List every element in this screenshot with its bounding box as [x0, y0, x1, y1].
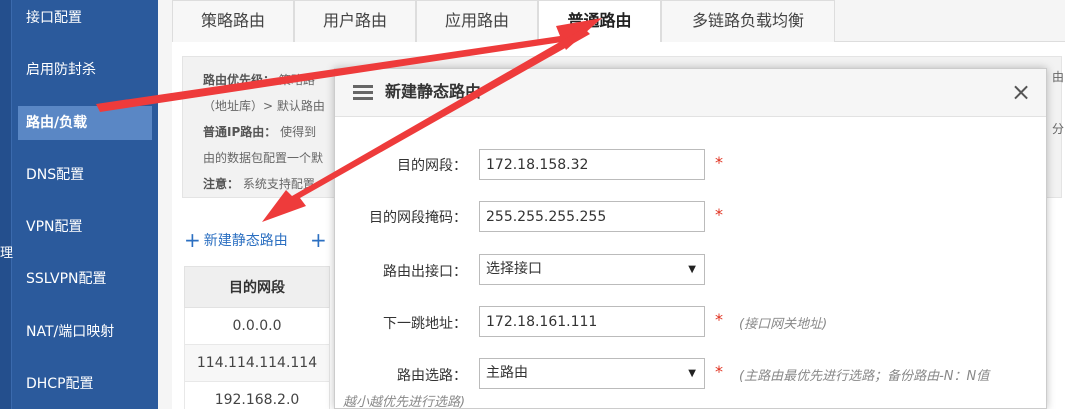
sidebar-item-anti-block[interactable]: 启用防封杀 [18, 53, 152, 87]
out-interface-label: 路由出接口： [383, 264, 467, 280]
next-hop-input[interactable] [479, 306, 705, 337]
dropdown-arrow-icon: ▼ [688, 264, 696, 275]
info-right-fragment: 分 [1052, 122, 1065, 136]
sidebar-item-interface[interactable]: 接口配置 [18, 1, 152, 35]
info-priority-label: 路由优先级： [203, 73, 276, 87]
sidebar-edge: 理 [0, 0, 14, 409]
tab-app-route[interactable]: 应用路由 [416, 0, 538, 42]
info-priority-text: 策略路 [278, 73, 315, 87]
info-line-priority: 路由优先级： 策略路 [203, 71, 315, 88]
dest-mask-input[interactable] [479, 201, 705, 232]
table-row: 192.168.2.0 [184, 382, 330, 409]
info-note-label: 注意： [203, 177, 240, 191]
route-select-label: 路由选路： [397, 368, 467, 384]
add-static-route-label: 新建静态路由 [203, 233, 288, 249]
table-header-dest: 目的网段 [184, 266, 330, 308]
tab-policy-route[interactable]: 策略路由 [172, 0, 294, 42]
sidebar-item-dns[interactable]: DNS配置 [18, 158, 152, 192]
required-mark: * [715, 205, 723, 224]
dest-network-input[interactable] [479, 149, 705, 180]
info-line-note: 注意： 系统支持配置 [203, 175, 315, 192]
menu-icon [353, 85, 373, 101]
required-mark: * [715, 310, 723, 329]
tab-bar: 策略路由 用户路由 应用路由 普通路由 多链路负载均衡 [172, 0, 1065, 43]
table-row: 0.0.0.0 [184, 308, 330, 345]
tab-multilink-balance[interactable]: 多链路负载均衡 [661, 0, 835, 42]
dropdown-arrow-icon: ▼ [688, 368, 696, 379]
info-line-default: 由的数据包配置一个默 [203, 151, 324, 165]
required-mark: * [715, 153, 723, 172]
dest-mask-label: 目的网段掩码： [369, 210, 467, 226]
plus-icon: + [184, 228, 201, 252]
route-table: 目的网段 0.0.0.0 114.114.114.114 192.168.2.0 [184, 266, 330, 409]
sidebar-edge-label: 理 [0, 246, 14, 261]
sidebar-item-vpn[interactable]: VPN配置 [18, 210, 152, 244]
info-right-fragment: 由 [1052, 70, 1065, 84]
sidebar-item-nat[interactable]: NAT/端口映射 [18, 315, 152, 349]
route-select-value: 主路由 [486, 365, 528, 381]
dest-network-label: 目的网段： [397, 158, 467, 174]
add-link-partial[interactable]: + [310, 228, 330, 252]
next-hop-hint: (接口网关地址) [739, 317, 828, 332]
out-interface-select[interactable]: 选择接口 ▼ [479, 254, 705, 285]
dialog-title: 新建静态路由 [385, 82, 482, 101]
sidebar: 理 接口配置 启用防封杀 路由/负载 DNS配置 VPN配置 SSLVPN配置 … [0, 0, 158, 409]
info-line-ip-route: 普通IP路由： 使得到 [203, 123, 316, 140]
route-select-hint: (主路由最优先进行选路；备份路由-N：N值 [739, 369, 990, 384]
required-mark: * [715, 362, 723, 381]
info-note-text: 系统支持配置 [242, 177, 315, 191]
tab-user-route[interactable]: 用户路由 [294, 0, 416, 42]
plus-icon: + [310, 228, 327, 252]
route-select-hint-cont: 越小越优先进行选路) [343, 395, 466, 409]
table-row: 114.114.114.114 [184, 345, 330, 382]
info-ip-route-label: 普通IP路由： [203, 125, 277, 139]
sidebar-item-sslvpn[interactable]: SSLVPN配置 [18, 262, 152, 296]
info-line-address: （地址库）> 默认路由 [203, 99, 325, 113]
tab-normal-route[interactable]: 普通路由 [538, 0, 661, 43]
new-static-route-dialog: 新建静态路由 × 目的网段： * 目的网段掩码： * 路由出接口： 选择接口▼ … [334, 68, 1047, 409]
out-interface-value: 选择接口 [486, 261, 542, 277]
sidebar-item-dhcp[interactable]: DHCP配置 [18, 367, 152, 401]
next-hop-label: 下一跳地址： [383, 316, 467, 332]
route-select[interactable]: 主路由 ▼ [479, 358, 705, 389]
close-icon[interactable]: × [1008, 79, 1034, 105]
info-ip-route-text: 使得到 [280, 125, 317, 139]
add-static-route-link[interactable]: + 新建静态路由 [184, 228, 288, 252]
sidebar-item-routing[interactable]: 路由/负载 [18, 106, 152, 140]
dialog-header: 新建静态路由 × [335, 69, 1046, 117]
